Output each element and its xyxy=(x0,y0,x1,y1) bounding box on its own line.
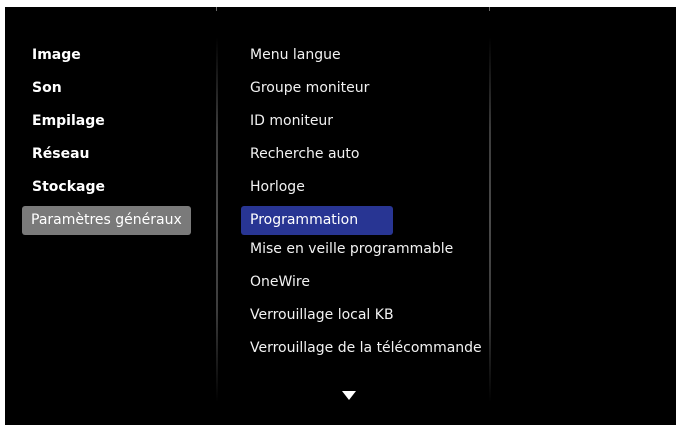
menu-item-stockage[interactable]: Stockage xyxy=(24,173,194,206)
submenu-item-verrouillage-telecommande[interactable]: Verrouillage de la télécommande xyxy=(241,334,489,367)
submenu-item-menu-langue[interactable]: Menu langue xyxy=(241,41,489,74)
submenu-item-label: ID moniteur xyxy=(250,113,334,129)
submenu-item-label: Verrouillage de la télécommande xyxy=(250,340,482,356)
submenu-item-groupe-moniteur[interactable]: Groupe moniteur xyxy=(241,74,489,107)
submenu-item-programmation[interactable]: Programmation xyxy=(241,206,393,235)
submenu-item-label: Mise en veille programmable xyxy=(250,241,454,257)
menu-item-label: Empilage xyxy=(32,113,105,129)
down-arrow-icon[interactable] xyxy=(342,391,356,400)
sub-menu: Menu langue Groupe moniteur ID moniteur … xyxy=(241,41,489,367)
submenu-item-id-moniteur[interactable]: ID moniteur xyxy=(241,107,489,140)
menu-item-label: Réseau xyxy=(32,146,90,162)
top-tick-left xyxy=(216,7,217,11)
submenu-item-label: Menu langue xyxy=(250,47,341,63)
submenu-item-label: OneWire xyxy=(250,274,310,290)
submenu-item-mise-en-veille-programmable[interactable]: Mise en veille programmable xyxy=(241,235,489,268)
submenu-item-label: Verrouillage local KB xyxy=(250,307,394,323)
menu-item-empilage[interactable]: Empilage xyxy=(24,107,194,140)
submenu-item-onewire[interactable]: OneWire xyxy=(241,268,489,301)
menu-item-label: Stockage xyxy=(32,179,105,195)
menu-item-label: Image xyxy=(32,47,81,63)
submenu-item-label: Horloge xyxy=(250,179,305,195)
column-divider-right xyxy=(489,37,491,402)
submenu-item-verrouillage-local-kb[interactable]: Verrouillage local KB xyxy=(241,301,489,334)
submenu-item-recherche-auto[interactable]: Recherche auto xyxy=(241,140,489,173)
menu-item-reseau[interactable]: Réseau xyxy=(24,140,194,173)
menu-item-parametres-generaux[interactable]: Paramètres généraux xyxy=(22,206,191,235)
menu-item-son[interactable]: Son xyxy=(24,74,194,107)
osd-menu-panel: Image Son Empilage Réseau Stockage Param… xyxy=(5,7,676,425)
submenu-item-horloge[interactable]: Horloge xyxy=(241,173,489,206)
menu-item-label: Son xyxy=(32,80,62,96)
submenu-item-label: Programmation xyxy=(250,212,359,228)
top-tick-right xyxy=(489,7,490,11)
menu-item-label: Paramètres généraux xyxy=(31,212,182,228)
column-divider-left xyxy=(216,37,218,402)
main-menu: Image Son Empilage Réseau Stockage Param… xyxy=(22,41,194,235)
submenu-item-label: Groupe moniteur xyxy=(250,80,370,96)
submenu-item-label: Recherche auto xyxy=(250,146,360,162)
menu-item-image[interactable]: Image xyxy=(24,41,194,74)
